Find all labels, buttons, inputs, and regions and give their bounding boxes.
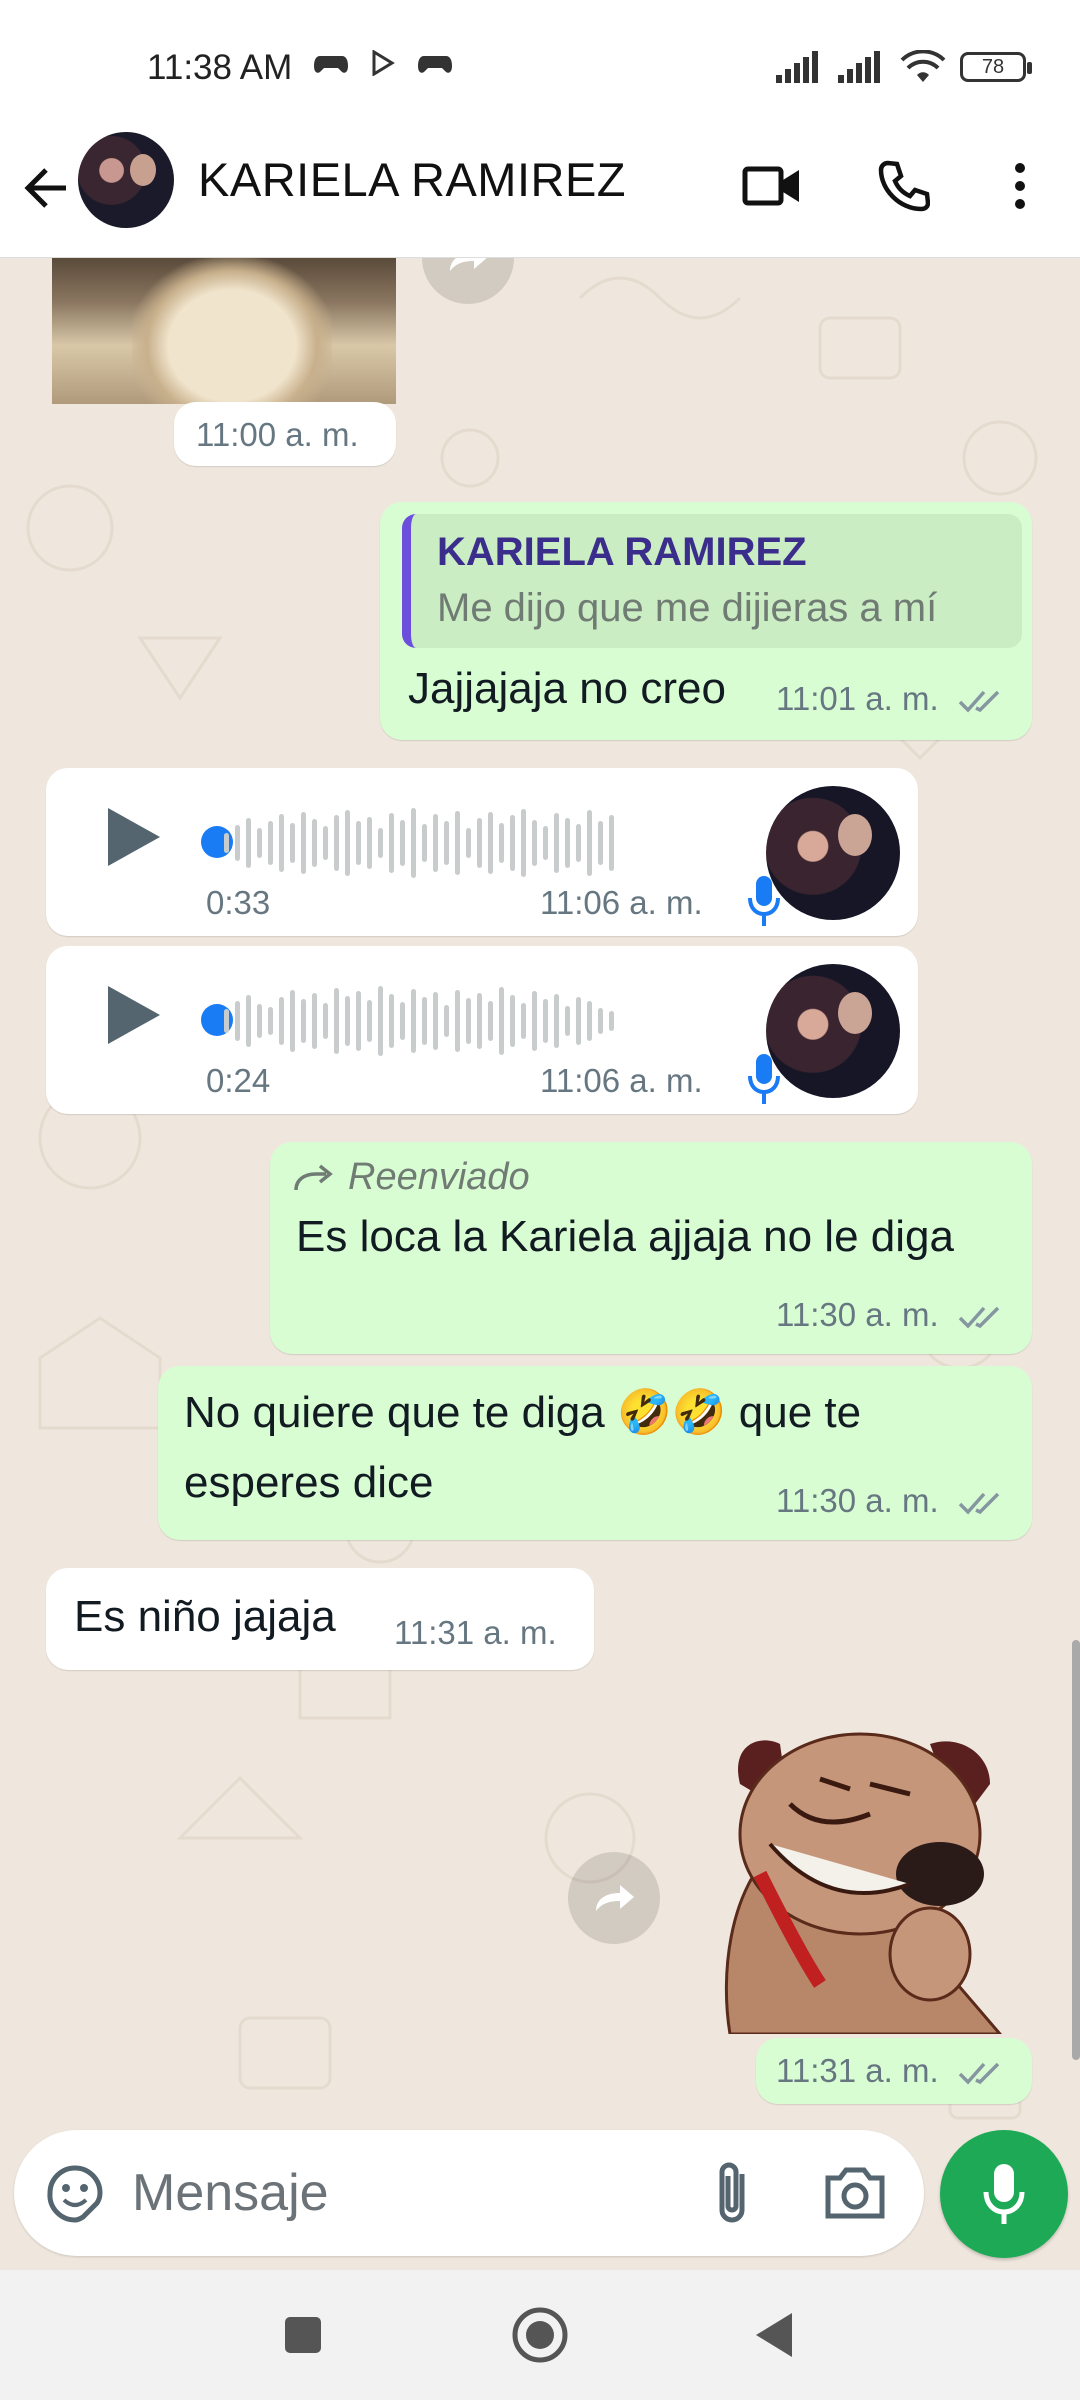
- message-text: Jajjajaja no creo: [408, 664, 726, 713]
- battery-indicator: 78: [960, 52, 1032, 82]
- message-time-row: 11:30 a. m.: [776, 1296, 1002, 1334]
- voice-call-button[interactable]: [866, 148, 942, 224]
- status-time: 11:38 AM: [147, 48, 293, 87]
- signal-icon: [776, 51, 818, 83]
- circle-icon: [512, 2307, 568, 2363]
- double-check-icon: [958, 1493, 1000, 1515]
- camera-icon[interactable]: [822, 2160, 888, 2226]
- image-time-bubble: 11:00 a. m.: [174, 402, 396, 466]
- sender-avatar: [766, 964, 900, 1098]
- voice-duration: 0:24: [206, 1062, 271, 1099]
- square-icon: [285, 2317, 321, 2353]
- forward-icon: [294, 1164, 333, 1190]
- message-time: 11:31 a. m.: [394, 1614, 557, 1651]
- message-time: 11:31 a. m.: [776, 2052, 939, 2089]
- forward-button[interactable]: [568, 1852, 660, 1944]
- notification-icons: [314, 50, 452, 76]
- chat-area[interactable]: 11:00 a. m. KARIELA RAMIREZ Me dijo que …: [0, 258, 1080, 2138]
- mic-icon: [983, 2164, 1025, 2224]
- arrow-left-icon: [24, 168, 66, 208]
- reply-message[interactable]: KARIELA RAMIREZ Me dijo que me dijieras …: [380, 502, 1032, 740]
- message-time: 11:30 a. m.: [776, 1482, 939, 1519]
- voice-record-button[interactable]: [940, 2130, 1068, 2258]
- chat-header: KARIELA RAMIREZ: [0, 128, 1080, 258]
- voice-waveform[interactable]: [224, 984, 614, 1058]
- play-store-icon: [372, 50, 395, 76]
- gamepad-icon: [314, 56, 348, 73]
- wifi-icon: [900, 50, 946, 82]
- message-time: 11:01 a. m.: [776, 680, 939, 717]
- sticker-time-bubble: 11:31 a. m.: [756, 2038, 1032, 2104]
- play-icon[interactable]: [96, 980, 166, 1050]
- recent-apps-button[interactable]: [268, 2300, 338, 2370]
- voice-duration: 0:33: [206, 884, 271, 921]
- sender-avatar: [766, 786, 900, 920]
- play-icon[interactable]: [96, 802, 166, 872]
- more-options-button[interactable]: [982, 148, 1058, 224]
- more-vert-icon: [1015, 163, 1025, 209]
- contact-name[interactable]: KARIELA RAMIREZ: [198, 152, 626, 207]
- message-time: 11:06 a. m.: [540, 1062, 703, 1099]
- status-bar: 11:38 AM 78: [0, 0, 1080, 128]
- message-time: 11:30 a. m.: [776, 1296, 939, 1333]
- text-message[interactable]: No quiere que te diga 🤣🤣 que te esperes …: [158, 1366, 1032, 1540]
- message-time-row: 11:30 a. m.: [776, 1482, 1002, 1520]
- forwarded-message[interactable]: Reenviado Es loca la Kariela ajjaja no l…: [270, 1142, 1032, 1354]
- forwarded-text: Reenviado: [348, 1156, 530, 1198]
- home-button[interactable]: [505, 2300, 575, 2370]
- quoted-text: Me dijo que me dijieras a mí: [437, 586, 938, 630]
- signal-icon: [838, 51, 880, 83]
- message-text: Es niño jajaja: [74, 1592, 336, 1641]
- message-time-row: 11:01 a. m.: [776, 680, 1002, 718]
- forwarded-label: Reenviado: [294, 1156, 530, 1199]
- message-text-line: No quiere que te diga 🤣🤣 que te: [184, 1388, 862, 1437]
- video-call-icon: [742, 166, 799, 206]
- quoted-message[interactable]: KARIELA RAMIREZ Me dijo que me dijieras …: [402, 514, 1022, 648]
- mic-icon: [748, 876, 780, 926]
- system-nav-bar: [0, 2270, 1080, 2400]
- message-time: 11:06 a. m.: [540, 884, 703, 921]
- voice-waveform[interactable]: [224, 806, 614, 880]
- quoted-sender: KARIELA RAMIREZ: [437, 530, 807, 574]
- message-composer: [14, 2130, 924, 2256]
- message-text-line: esperes dice: [184, 1458, 434, 1507]
- sticker-icon[interactable]: [42, 2160, 108, 2226]
- message-input[interactable]: [132, 2160, 692, 2226]
- forward-icon: [450, 258, 487, 271]
- text-message[interactable]: Es niño jajaja 11:31 a. m.: [46, 1568, 594, 1670]
- scrollbar[interactable]: [1072, 1640, 1080, 2060]
- back-nav-button[interactable]: [740, 2300, 810, 2370]
- triangle-back-icon: [756, 2313, 792, 2357]
- contact-avatar[interactable]: [78, 132, 174, 228]
- paperclip-icon[interactable]: [704, 2158, 764, 2228]
- double-check-icon: [958, 1307, 1000, 1329]
- laughing-dog-sticker[interactable]: [700, 1724, 1030, 2034]
- mic-icon: [748, 1054, 780, 1104]
- forward-icon: [596, 1885, 634, 1911]
- message-time-row: 11:31 a. m.: [776, 2052, 1002, 2090]
- system-icons: 78: [776, 50, 1032, 84]
- double-check-icon: [958, 2063, 1000, 2085]
- video-call-button[interactable]: [734, 148, 810, 224]
- image-message[interactable]: [52, 258, 396, 404]
- voice-message[interactable]: 0:24 11:06 a. m.: [46, 946, 918, 1114]
- message-time: 11:00 a. m.: [196, 416, 359, 453]
- voice-message[interactable]: 0:33 11:06 a. m.: [46, 768, 918, 936]
- gamepad-icon: [418, 56, 452, 73]
- phone-icon: [878, 160, 930, 212]
- double-check-icon: [958, 691, 1000, 713]
- message-text: Es loca la Kariela ajjaja no le diga: [296, 1212, 954, 1261]
- back-button[interactable]: [18, 156, 74, 220]
